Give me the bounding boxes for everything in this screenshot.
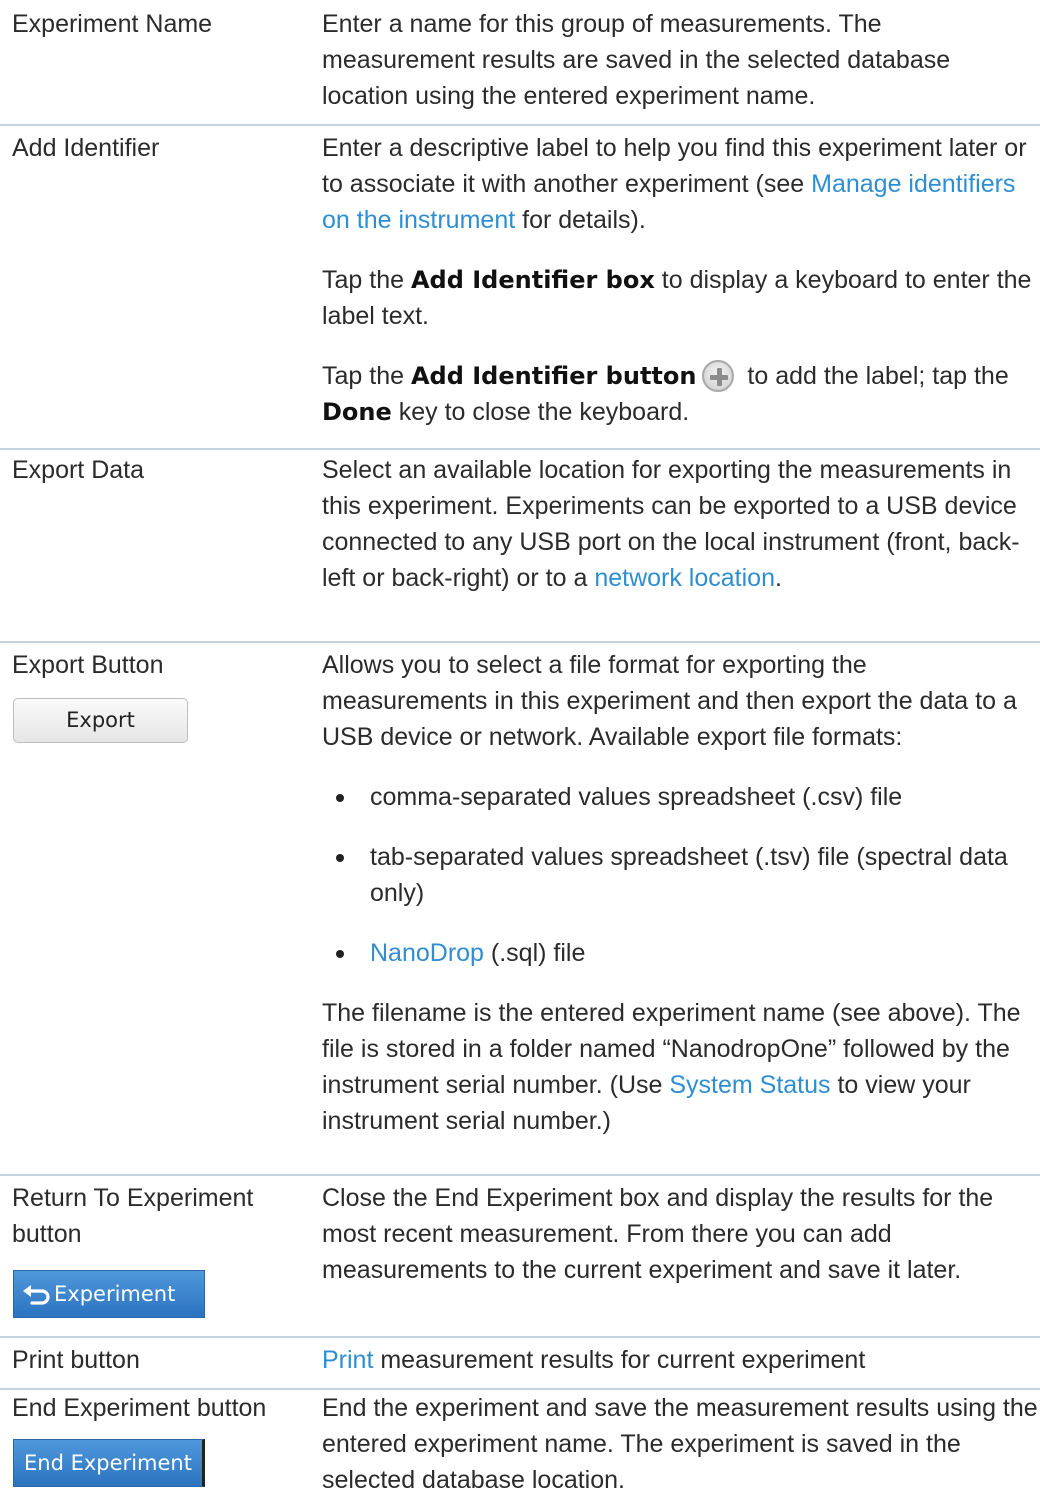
export-button-label: Export Button: [12, 651, 164, 679]
experiment-name-desc: Enter a name for this group of measureme…: [322, 10, 951, 110]
list-item: NanoDrop (.sql) file: [322, 935, 1038, 971]
export-button-desc: Allows you to select a file format for e…: [322, 647, 1038, 1139]
divider: [0, 1336, 1040, 1338]
divider: [0, 1174, 1040, 1176]
add-circle-icon: [702, 360, 735, 392]
return-button-label: Return To Experiment button: [12, 1184, 254, 1248]
print-link[interactable]: Print: [322, 1346, 373, 1374]
divider: [0, 641, 1040, 643]
end-experiment-button[interactable]: End Experiment: [13, 1439, 205, 1487]
list-item: tab-separated values spreadsheet (.tsv) …: [322, 839, 1038, 911]
return-to-experiment-button[interactable]: Experiment: [13, 1270, 205, 1318]
return-arrow-icon: [23, 1285, 50, 1305]
export-data-desc: Select an available location for exporti…: [322, 456, 1020, 592]
export-data-label: Export Data: [12, 456, 145, 484]
export-button[interactable]: Export: [13, 698, 188, 743]
print-button-label: Print button: [12, 1346, 140, 1374]
list-item: comma-separated values spreadsheet (.csv…: [322, 779, 1038, 815]
return-button-desc: Close the End Experiment box and display…: [322, 1184, 994, 1284]
network-location-link[interactable]: network location: [594, 564, 775, 592]
add-identifier-desc: Enter a descriptive label to help you fi…: [322, 134, 1032, 426]
end-button-label: End Experiment button: [12, 1394, 267, 1422]
system-status-link[interactable]: System Status: [669, 1071, 830, 1099]
print-button-desc: Print measurement results for current ex…: [322, 1346, 866, 1374]
end-button-desc: End the experiment and save the measurem…: [322, 1394, 1038, 1494]
nanodrop-link[interactable]: NanoDrop: [370, 939, 484, 967]
add-identifier-label: Add Identifier: [12, 134, 160, 162]
experiment-name-label: Experiment Name: [12, 10, 213, 38]
divider: [0, 124, 1040, 126]
divider: [0, 448, 1040, 450]
